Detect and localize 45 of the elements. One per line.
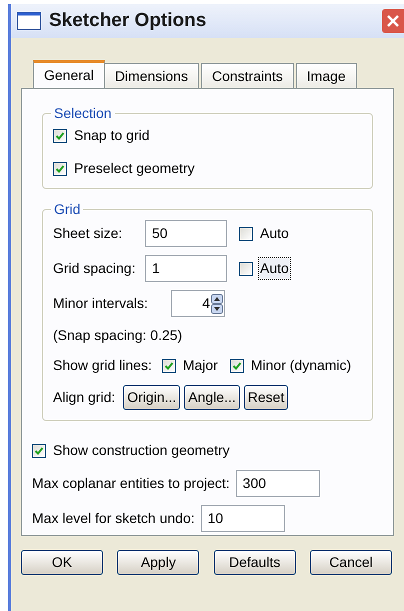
tab[interactable]: Image bbox=[296, 63, 357, 88]
group-title: Selection bbox=[53, 104, 113, 123]
checkbox-label: Snap to grid bbox=[73, 126, 150, 145]
tab[interactable]: General bbox=[33, 60, 105, 88]
checkbox[interactable] bbox=[53, 128, 67, 142]
checkbox-label: Auto bbox=[258, 257, 291, 280]
dialog-button[interactable]: Defaults bbox=[214, 550, 296, 575]
checkbox[interactable] bbox=[53, 162, 67, 176]
field-label: Align grid: bbox=[53, 388, 116, 407]
checkbox[interactable] bbox=[162, 358, 176, 372]
checkbox-label: Show construction geometry bbox=[52, 441, 231, 460]
align-button[interactable]: Origin... bbox=[123, 385, 180, 410]
checkbox[interactable] bbox=[239, 226, 253, 240]
field-label: Max coplanar entities to project: bbox=[32, 474, 230, 493]
field-label: Grid spacing: bbox=[53, 259, 136, 278]
input-field[interactable]: 10 bbox=[200, 505, 285, 532]
spin-field[interactable]: 4 bbox=[171, 290, 225, 317]
close-icon bbox=[387, 15, 399, 27]
checkbox[interactable] bbox=[230, 358, 244, 372]
tab[interactable]: Dimensions bbox=[104, 63, 199, 88]
field-label: Max level for sketch undo: bbox=[32, 509, 195, 528]
input-field[interactable]: 1 bbox=[145, 255, 227, 282]
spinner-arrows-icon[interactable] bbox=[211, 294, 223, 314]
field-label: Minor intervals: bbox=[53, 294, 149, 313]
group-title: Grid bbox=[53, 200, 82, 219]
input-field[interactable]: 300 bbox=[236, 470, 320, 497]
align-button[interactable]: Angle... bbox=[184, 385, 240, 410]
checkbox-label: Preselect geometry bbox=[73, 159, 196, 178]
window-title: Sketcher Options bbox=[49, 8, 208, 33]
snap-spacing-text: (Snap spacing: 0.25) bbox=[53, 326, 184, 345]
tab[interactable]: Constraints bbox=[200, 63, 294, 88]
checkbox-label: Auto bbox=[259, 224, 290, 243]
input-field[interactable]: 50 bbox=[145, 220, 227, 247]
field-label: Sheet size: bbox=[53, 224, 124, 243]
checkbox-label: Major bbox=[182, 356, 219, 375]
dialog-button[interactable]: OK bbox=[21, 550, 103, 575]
checkbox-label: Minor (dynamic) bbox=[250, 356, 352, 375]
close-button[interactable] bbox=[382, 9, 404, 33]
checkbox[interactable] bbox=[239, 262, 253, 276]
checkbox[interactable] bbox=[32, 444, 46, 458]
field-label: Show grid lines: bbox=[53, 356, 152, 375]
window-icon bbox=[17, 12, 41, 30]
dialog-button[interactable]: Cancel bbox=[310, 550, 392, 575]
align-button[interactable]: Reset bbox=[244, 385, 288, 410]
dialog-button[interactable]: Apply bbox=[117, 550, 200, 575]
